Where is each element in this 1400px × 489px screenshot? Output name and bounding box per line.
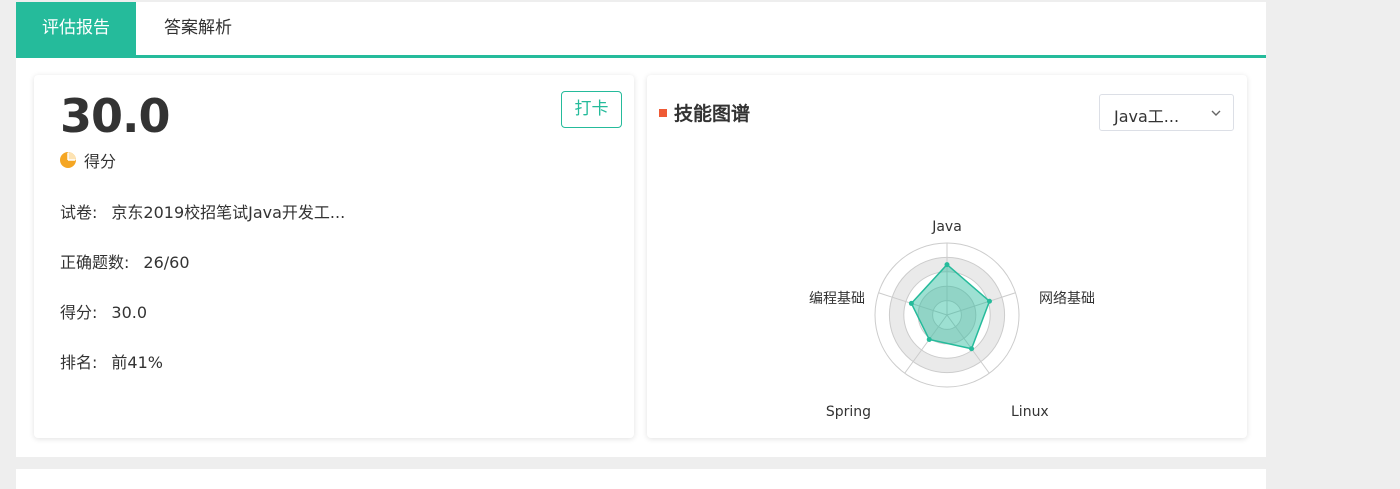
report-panel: 评估报告 答案解析 30.0 得分 打卡 试卷: 京东2019校招笔试Java开发… xyxy=(16,2,1266,457)
radar-label: Linux xyxy=(1011,404,1049,420)
info-key: 得分: xyxy=(60,303,98,322)
info-value: 京东2019校招笔试Java开发工... xyxy=(111,203,346,222)
radar-label: 编程基础 xyxy=(809,290,865,307)
info-row-rank: 排名: 前41% xyxy=(60,349,163,373)
pie-chart-icon xyxy=(60,152,76,168)
next-panel xyxy=(16,469,1266,489)
score-label-row: 得分 xyxy=(60,149,116,171)
radar-label: Spring xyxy=(826,404,871,420)
info-value: 30.0 xyxy=(111,303,148,322)
info-key: 排名: xyxy=(60,353,98,372)
tab-bar: 评估报告 答案解析 xyxy=(16,2,1266,58)
info-key: 正确题数: xyxy=(60,253,130,272)
skills-card: 技能图谱 Java工... Java 网络基础 Linux Spring 编程基础 xyxy=(647,75,1247,438)
radar-point xyxy=(986,298,992,304)
radar-point xyxy=(926,336,932,342)
info-row-paper: 试卷: 京东2019校招笔试Java开发工... xyxy=(60,199,345,223)
score-label: 得分 xyxy=(84,152,117,171)
tab-report[interactable]: 评估报告 xyxy=(16,2,136,55)
info-value: 26/60 xyxy=(143,253,190,272)
radar-point xyxy=(908,300,914,306)
radar-label: Java xyxy=(931,219,962,235)
checkin-button[interactable]: 打卡 xyxy=(561,91,622,128)
radar-point xyxy=(944,262,950,268)
score-card: 30.0 得分 打卡 试卷: 京东2019校招笔试Java开发工... 正确题数:… xyxy=(34,75,634,438)
info-row-correct: 正确题数: 26/60 xyxy=(60,249,190,273)
tab-answers[interactable]: 答案解析 xyxy=(136,2,260,55)
info-key: 试卷: xyxy=(60,203,98,222)
radar-label: 网络基础 xyxy=(1039,290,1095,307)
skill-radar-chart: Java 网络基础 Linux Spring 编程基础 xyxy=(809,219,1095,420)
score-value: 30.0 xyxy=(60,89,170,143)
info-row-score: 得分: 30.0 xyxy=(60,299,147,323)
info-value: 前41% xyxy=(111,353,163,372)
radar-point xyxy=(969,346,975,352)
